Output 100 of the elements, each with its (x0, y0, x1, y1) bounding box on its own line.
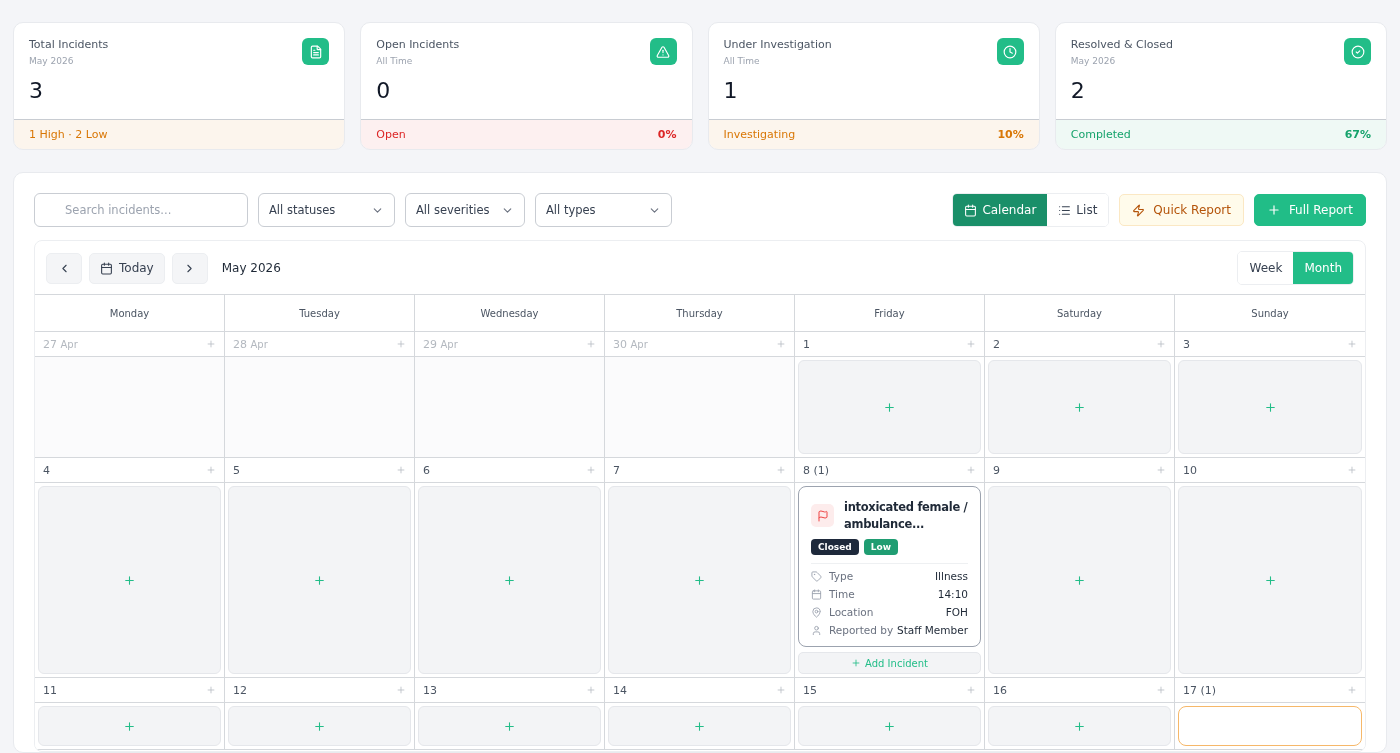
weekday-header: Sunday (1175, 295, 1365, 332)
weekday-header: Thursday (605, 295, 795, 332)
add-slot[interactable] (418, 706, 601, 746)
stat-subtitle: All Time (723, 56, 761, 66)
stat-value: 3 (29, 78, 44, 103)
tag-icon (811, 570, 822, 582)
stat-value: 1 (723, 78, 739, 103)
day-number: 29 Apr (423, 337, 458, 351)
add-icon[interactable] (206, 339, 216, 349)
add-icon[interactable] (396, 339, 406, 349)
add-slot[interactable] (608, 706, 791, 746)
day-number: 28 Apr (233, 337, 268, 351)
add-slot[interactable] (988, 706, 1171, 746)
stat-title: Resolved & Closed (1070, 38, 1173, 51)
plus-icon (313, 573, 326, 587)
search-field[interactable]: Search incidents... (34, 193, 248, 227)
footer-label: 1 High · 2 Low (29, 128, 108, 141)
filter-select[interactable]: All types (535, 193, 672, 227)
next-button[interactable] (171, 252, 208, 284)
day-number: 27 Apr (43, 337, 78, 351)
period-label: May 2026 (221, 261, 281, 275)
user-icon (811, 624, 822, 636)
add-icon[interactable] (966, 685, 976, 695)
incident-card[interactable]: intoxicated female / ambulance... Closed Low Type Illness Time 14:10 Location FOH Reported by Staff Member (798, 486, 981, 647)
view-tab[interactable]: Calendar (953, 194, 1048, 226)
day-number: 15 (803, 683, 817, 697)
detail-value: 14:10 (937, 588, 968, 600)
footer-percent: 67% (1344, 128, 1371, 141)
add-slot[interactable] (38, 706, 221, 746)
detail-label: Type (829, 570, 854, 582)
detail-label: Time (829, 588, 855, 600)
add-slot[interactable] (988, 486, 1171, 674)
add-slot[interactable] (228, 486, 411, 674)
day-number: 13 (423, 683, 437, 697)
day-number: 12 (233, 683, 247, 697)
add-icon[interactable] (1347, 685, 1357, 695)
flag-icon (811, 504, 834, 527)
incident-card[interactable] (1178, 706, 1362, 746)
plus-icon (313, 719, 326, 733)
add-slot[interactable] (798, 360, 981, 454)
detail-value: Illness (935, 570, 968, 582)
day-number: 17 (1) (1183, 683, 1217, 697)
day-number: 14 (613, 683, 627, 697)
add-icon[interactable] (586, 685, 596, 695)
add-slot[interactable] (798, 706, 981, 746)
plus-icon (851, 658, 862, 668)
plus-icon (503, 573, 516, 587)
add-icon[interactable] (586, 339, 596, 349)
add-slot[interactable] (228, 706, 411, 746)
add-icon[interactable] (776, 685, 786, 695)
previous-button[interactable] (46, 252, 82, 284)
add-icon[interactable] (1156, 685, 1166, 695)
add-slot[interactable] (418, 486, 601, 674)
add-icon[interactable] (966, 465, 976, 475)
add-icon[interactable] (396, 465, 406, 475)
day-number: 16 (993, 683, 1007, 697)
filter-select[interactable]: All severities (405, 193, 525, 227)
stat-title: Total Incidents (29, 38, 109, 51)
weekday-header: Tuesday (225, 295, 415, 332)
add-slot[interactable] (608, 486, 791, 674)
add-icon[interactable] (776, 339, 786, 349)
stat-title: Open Incidents (376, 38, 460, 51)
add-slot[interactable] (38, 486, 221, 674)
add-icon[interactable] (1156, 465, 1166, 475)
add-icon[interactable] (206, 465, 216, 475)
add-icon[interactable] (206, 685, 216, 695)
footer-percent: 0% (657, 128, 677, 141)
quick-report-button[interactable]: Quick Report (1119, 194, 1244, 226)
add-slot[interactable] (1178, 360, 1362, 454)
check-icon (1344, 38, 1371, 65)
plus-icon (693, 573, 706, 587)
add-icon[interactable] (966, 339, 976, 349)
footer-label: Investigating (723, 128, 796, 141)
today-button[interactable]: Today (89, 252, 165, 284)
add-slot[interactable] (1178, 486, 1362, 674)
plus-icon (123, 573, 136, 587)
day-number: 4 (43, 463, 50, 477)
status-badge: Closed (811, 539, 859, 555)
add-icon[interactable] (776, 465, 786, 475)
plus-icon (693, 719, 706, 733)
detail-value: Staff Member (897, 624, 968, 636)
day-number: 10 (1183, 463, 1197, 477)
plus-icon (123, 719, 136, 733)
location-pin-icon (811, 606, 822, 618)
calendar-icon (964, 203, 978, 217)
add-icon[interactable] (586, 465, 596, 475)
plus-icon (883, 719, 896, 733)
add-icon[interactable] (1347, 339, 1357, 349)
plus-icon (1263, 573, 1277, 587)
add-icon[interactable] (396, 685, 406, 695)
add-icon[interactable] (1347, 465, 1357, 475)
add-slot[interactable] (988, 360, 1171, 454)
weekday-header: Wednesday (415, 295, 605, 332)
filter-select[interactable]: All statuses (258, 193, 395, 227)
add-icon[interactable] (1156, 339, 1166, 349)
list-icon (1058, 203, 1072, 217)
plus-icon (1263, 400, 1277, 414)
plus-icon (1073, 719, 1086, 733)
stat-title: Under Investigation (723, 38, 832, 51)
day-number: 7 (613, 463, 620, 477)
